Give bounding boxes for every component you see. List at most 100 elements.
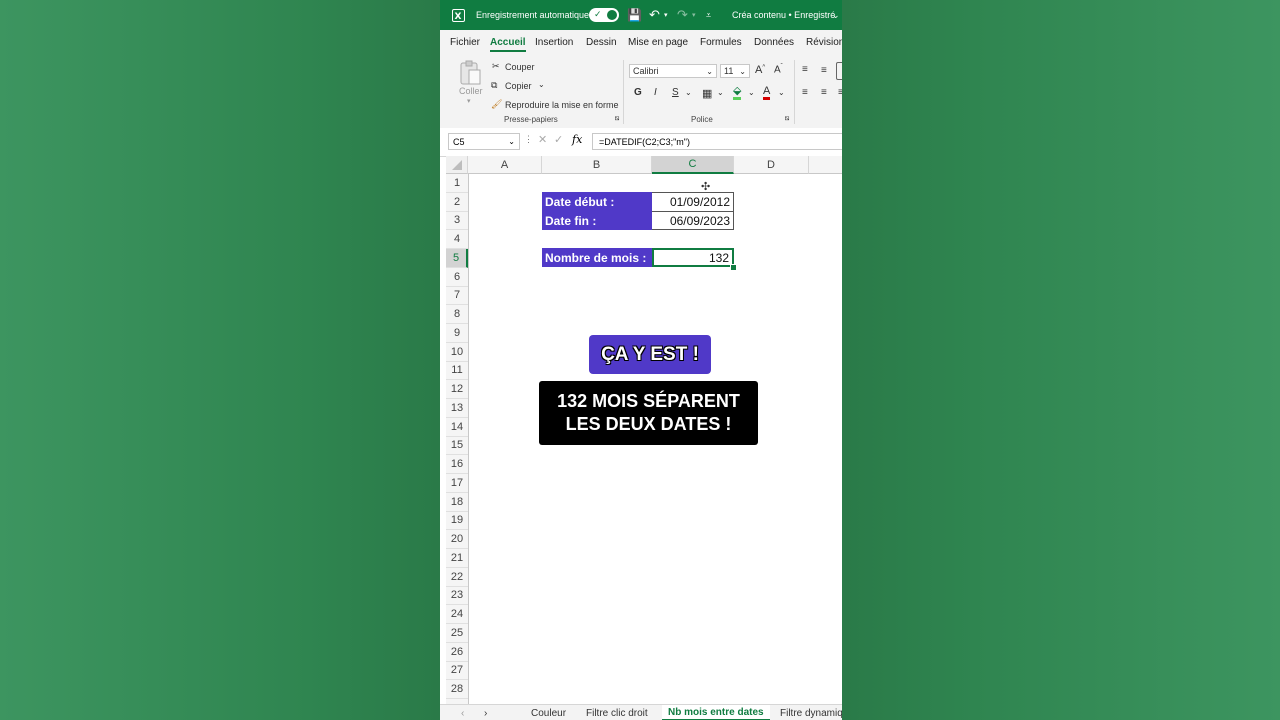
sheet-tab-nb-mois-entre-dates[interactable]: Nb mois entre dates	[662, 705, 770, 720]
bold-button[interactable]: G	[634, 87, 642, 98]
document-title[interactable]: Créa contenu • Enregistré	[732, 0, 835, 30]
row-header-9[interactable]: 9	[446, 324, 468, 343]
font-color-icon[interactable]: A	[763, 86, 771, 100]
format-painter-button[interactable]: Reproduire la mise en forme	[505, 100, 619, 110]
row-header-13[interactable]: 13	[446, 399, 468, 418]
enter-icon[interactable]: ✓	[554, 133, 563, 146]
row-header-6[interactable]: 6	[446, 267, 468, 287]
align-middle-icon[interactable]: ≡	[821, 65, 827, 76]
tab-insertion[interactable]: Insertion	[535, 37, 573, 48]
name-box[interactable]: C5 ⌄	[448, 133, 520, 150]
row-header-14[interactable]: 14	[446, 417, 468, 437]
row-header-11[interactable]: 11	[446, 361, 468, 381]
align-center-icon[interactable]: ≡	[821, 87, 827, 98]
sheet-prev-icon[interactable]: ‹	[461, 705, 464, 720]
borders-icon[interactable]: ▦	[702, 87, 712, 100]
row-header-19[interactable]: 19	[446, 511, 468, 531]
decrease-font-icon[interactable]: Aˇ	[774, 64, 783, 75]
sheet-next-icon[interactable]: ›	[484, 705, 487, 720]
row-header-28[interactable]: 28	[446, 680, 468, 699]
customize-toolbar-icon[interactable]: ⩡	[706, 0, 711, 30]
row-header-24[interactable]: 24	[446, 605, 468, 624]
sheet-tab-filtre-dynamique[interactable]: Filtre dynamique	[780, 705, 842, 720]
align-top-icon[interactable]: ≡	[802, 64, 808, 75]
row-header-10[interactable]: 10	[446, 342, 468, 362]
row-header-3[interactable]: 3	[446, 211, 468, 231]
fill-color-dropdown-icon[interactable]: ⌄	[748, 88, 755, 97]
increase-font-icon[interactable]: A^	[755, 64, 765, 76]
cancel-icon[interactable]: ✕	[538, 133, 547, 146]
column-header-b[interactable]: B	[542, 156, 652, 174]
row-header-12[interactable]: 12	[446, 380, 468, 399]
row-header-8[interactable]: 8	[446, 305, 468, 324]
tab-revision[interactable]: Révision	[806, 37, 842, 48]
cell-b3[interactable]: Date fin :	[542, 211, 652, 230]
tab-formules[interactable]: Formules	[700, 37, 742, 48]
undo-dropdown-icon[interactable]: ▾	[664, 0, 668, 30]
formula-input[interactable]: =DATEDIF(C2;C3;"m")	[592, 133, 842, 150]
undo-icon[interactable]: ↶	[649, 0, 660, 30]
insert-function-icon[interactable]: fx	[572, 133, 582, 146]
formula-bar-grip-icon: ⋮	[524, 134, 533, 144]
clipboard-launcher-icon[interactable]: ⧅	[615, 115, 619, 123]
sheet-tab-couleur[interactable]: Couleur	[531, 705, 566, 720]
cell-b2[interactable]: Date début :	[542, 192, 652, 211]
orientation-icon[interactable]	[836, 62, 842, 80]
paste-icon[interactable]	[458, 60, 482, 86]
row-header-21[interactable]: 21	[446, 549, 468, 568]
font-size-select[interactable]: 11 ⌄	[720, 64, 750, 78]
row-header-4[interactable]: 4	[446, 230, 468, 249]
row-header-7[interactable]: 7	[446, 286, 468, 306]
row-header-22[interactable]: 22	[446, 567, 468, 587]
fill-color-icon[interactable]: ⬙	[733, 86, 742, 100]
row-header-1[interactable]: 1	[446, 174, 468, 193]
align-right-icon[interactable]: ≡	[838, 87, 842, 98]
column-header-a[interactable]: A	[468, 156, 542, 174]
row-header-20[interactable]: 20	[446, 530, 468, 549]
tab-dessin[interactable]: Dessin	[586, 37, 617, 48]
select-all-corner[interactable]	[446, 156, 468, 174]
tab-fichier[interactable]: Fichier	[450, 37, 480, 48]
cell-b5[interactable]: Nombre de mois :	[542, 248, 652, 267]
formula-text: =DATEDIF(C2;C3;"m")	[599, 136, 690, 147]
row-header-26[interactable]: 26	[446, 642, 468, 662]
paste-button[interactable]: Coller	[459, 86, 483, 96]
row-header-16[interactable]: 16	[446, 455, 468, 474]
row-header-17[interactable]: 17	[446, 474, 468, 493]
row-header-18[interactable]: 18	[446, 492, 468, 512]
autosave-toggle[interactable]: ✓	[589, 0, 619, 30]
title-chevron-icon[interactable]: ⌄	[832, 0, 840, 30]
cell-c5[interactable]: 132	[652, 248, 734, 267]
italic-button[interactable]: I	[654, 87, 657, 98]
row-header-2[interactable]: 2	[446, 192, 468, 212]
borders-dropdown-icon[interactable]: ⌄	[717, 88, 724, 97]
column-header-d[interactable]: D	[734, 156, 809, 174]
save-icon[interactable]: 💾	[627, 0, 642, 30]
font-launcher-icon[interactable]: ⧅	[785, 115, 789, 123]
row-header-23[interactable]: 23	[446, 586, 468, 606]
font-color-dropdown-icon[interactable]: ⌄	[778, 88, 785, 97]
underline-button[interactable]: S	[672, 87, 679, 98]
row-header-5[interactable]: 5	[446, 249, 468, 268]
copy-button[interactable]: Copier	[505, 81, 532, 91]
paste-dropdown-icon[interactable]: ▾	[467, 97, 471, 105]
row-header-25[interactable]: 25	[446, 624, 468, 643]
tab-donnees[interactable]: Données	[754, 37, 794, 48]
copy-dropdown-icon[interactable]: ⌄	[538, 80, 545, 89]
redo-icon[interactable]: ↷	[677, 0, 688, 30]
sheet-tab-filtre-clic-droit[interactable]: Filtre clic droit	[586, 705, 648, 720]
tab-accueil[interactable]: Accueil	[490, 37, 526, 52]
cell-c3[interactable]: 06/09/2023	[652, 211, 734, 230]
underline-dropdown-icon[interactable]: ⌄	[685, 88, 692, 97]
fill-handle[interactable]	[730, 264, 737, 271]
tab-mise-en-page[interactable]: Mise en page	[628, 37, 688, 48]
align-left-icon[interactable]: ≡	[802, 87, 808, 98]
column-header-e[interactable]	[809, 156, 842, 174]
cut-button[interactable]: Couper	[505, 62, 535, 72]
redo-dropdown-icon[interactable]: ▾	[692, 0, 696, 30]
font-name-select[interactable]: Calibri ⌄	[629, 64, 717, 78]
row-header-27[interactable]: 27	[446, 661, 468, 681]
cell-c2[interactable]: 01/09/2012	[652, 192, 734, 211]
column-header-c[interactable]: C	[652, 156, 734, 174]
row-header-15[interactable]: 15	[446, 436, 468, 456]
